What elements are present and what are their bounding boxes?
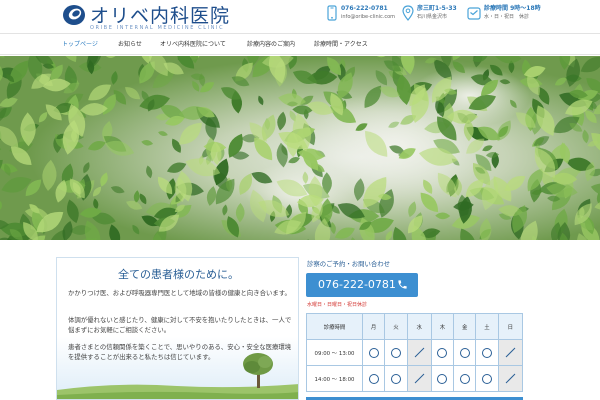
table-row: 14:00 ～ 18:00 <box>306 365 524 392</box>
greeting-title: 全ての患者様のために。 <box>118 268 239 281</box>
open-cell <box>453 365 477 392</box>
header-address-block: 彦三町1-5-33 石川県金沢市 <box>402 5 457 21</box>
open-circle-icon <box>390 347 401 358</box>
nav-item-top[interactable]: トップページ <box>62 34 98 55</box>
logo-mark-icon <box>63 5 85 25</box>
day-header: 水 <box>406 313 432 340</box>
table-header-row: 診療時間 月 火 水 木 金 土 日 <box>306 313 524 340</box>
open-cell <box>475 339 499 366</box>
header-address: 彦三町1-5-33 <box>417 5 457 12</box>
header-hours-block: 診療時間 9時～18時 水・日・祝日 休診 <box>467 5 541 21</box>
closed-slash-icon <box>414 373 425 384</box>
nav-item-news[interactable]: お知らせ <box>118 34 142 55</box>
open-circle-icon <box>437 373 448 384</box>
header-phone[interactable]: 076-222-0781 <box>341 5 395 13</box>
open-circle-icon <box>368 347 379 358</box>
table-row: 09:00 ～ 13:00 <box>306 339 524 366</box>
closed-slash-icon <box>414 347 425 358</box>
closed-cell <box>497 339 524 366</box>
open-cell <box>430 365 455 392</box>
closed-days-note: 水曜日・日曜日・祝日休診 <box>307 302 368 308</box>
open-circle-icon <box>368 373 379 384</box>
open-cell <box>430 339 455 366</box>
open-cell <box>384 365 408 392</box>
office-hours-table: 診療時間 月 火 水 木 金 土 日 09:00 ～ 13:00 14:00 ～ … <box>306 313 524 392</box>
nav-item-about[interactable]: オリベ内科医院について <box>160 34 226 55</box>
greeting-card: 全ての患者様のために。 かかりつけ医、および呼吸器専門医として地域の皆様の健康と… <box>56 257 299 400</box>
open-cell <box>361 365 386 392</box>
greeting-paragraph: 患者さまとの信頼関係を築くことで、思いやりのある、安心・安全な医療環境を提供する… <box>68 343 292 361</box>
nav-item-services[interactable]: 診療内容のご案内 <box>247 34 295 55</box>
clinic-logo[interactable]: オリベ内科医院 ORIBE INTERNAL MEDICINE CLINIC <box>62 2 247 32</box>
leaf-canopy-image <box>0 56 600 240</box>
header-hours: 診療時間 9時～18時 <box>484 5 541 12</box>
header-prefecture: 石川県金沢市 <box>417 14 448 20</box>
open-circle-icon <box>390 373 401 384</box>
time-slot: 14:00 ～ 18:00 <box>306 365 363 392</box>
open-circle-icon <box>437 347 448 358</box>
main-nav: トップページ お知らせ オリベ内科医院について 診療内容のご案内 診療時間・アク… <box>0 33 600 55</box>
open-circle-icon <box>459 347 470 358</box>
day-header: 木 <box>430 313 455 340</box>
phone-icon <box>327 5 337 21</box>
phone-handset-icon <box>398 280 407 289</box>
open-circle-icon <box>481 347 492 358</box>
logo-text: オリベ内科医院 <box>90 5 231 27</box>
closed-slash-icon <box>505 347 516 358</box>
closed-cell <box>406 365 432 392</box>
closed-cell <box>497 365 524 392</box>
call-button[interactable]: 076-222-0781 <box>306 273 418 297</box>
site-header: オリベ内科医院 ORIBE INTERNAL MEDICINE CLINIC 0… <box>0 0 600 33</box>
greeting-paragraph: 体調が優れないと感じたり、健康に対して不安を抱いたりしたときは、一人で悩まずにお… <box>68 316 292 334</box>
call-button-number: 076-222-0781 <box>318 278 396 291</box>
greeting-paragraph: かかりつけ医、および呼吸器専門医として地域の皆様の健康と向き合います。 <box>68 289 291 297</box>
map-pin-icon <box>402 5 414 21</box>
hero-image <box>0 56 600 240</box>
day-header: 金 <box>453 313 477 340</box>
logo-subtitle: ORIBE INTERNAL MEDICINE CLINIC <box>90 25 225 31</box>
day-header: 火 <box>384 313 408 340</box>
contact-label: 診察のご予約・お問い合わせ <box>307 260 391 268</box>
day-header: 日 <box>497 313 524 340</box>
header-phone-block[interactable]: 076-222-0781 info@oribe-clinic.com <box>326 5 395 21</box>
open-cell <box>384 339 408 366</box>
closed-cell <box>406 339 432 366</box>
open-cell <box>475 365 499 392</box>
day-header: 月 <box>361 313 386 340</box>
header-email[interactable]: info@oribe-clinic.com <box>341 13 395 21</box>
open-circle-icon <box>481 373 492 384</box>
open-circle-icon <box>459 373 470 384</box>
calendar-icon <box>467 7 481 20</box>
day-header: 土 <box>475 313 499 340</box>
open-cell <box>453 339 477 366</box>
header-closed-days: 水・日・祝日 休診 <box>484 14 530 20</box>
time-slot: 09:00 ～ 13:00 <box>306 339 363 366</box>
nav-item-access[interactable]: 診療時間・アクセス <box>314 34 368 55</box>
hours-header-label: 診療時間 <box>306 313 363 340</box>
open-cell <box>361 339 386 366</box>
closed-slash-icon <box>505 373 516 384</box>
